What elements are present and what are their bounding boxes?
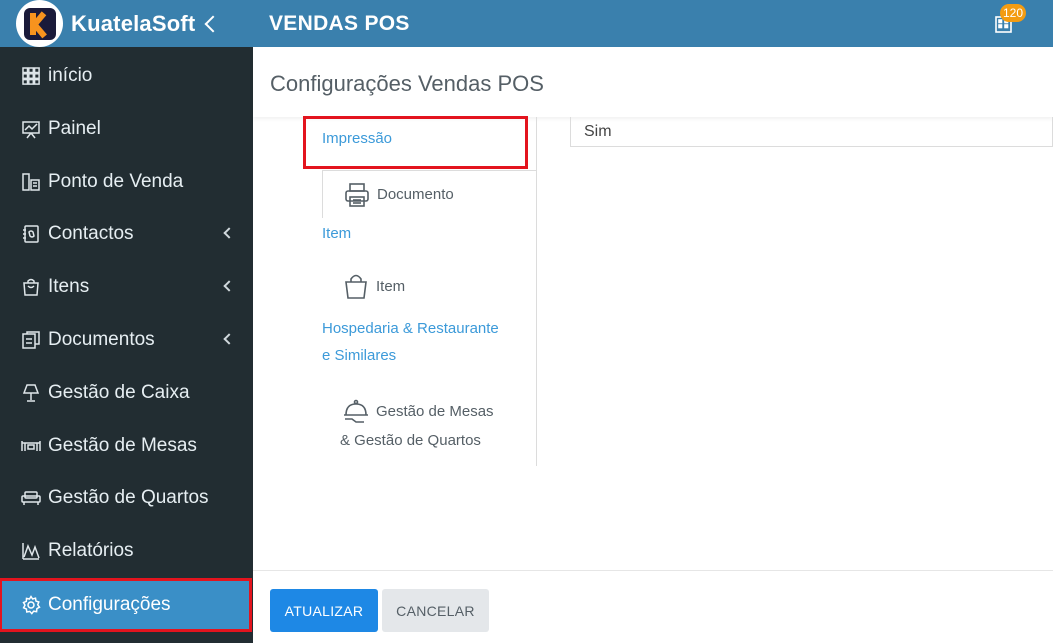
chevron-left-icon <box>223 280 235 292</box>
topbar: VENDAS POS 120 <box>253 0 1053 47</box>
sidebar-item-label: Gestão de Mesas <box>48 435 197 456</box>
brand[interactable]: KuatelaSoft <box>0 0 253 47</box>
tab-item[interactable]: Item <box>342 272 405 300</box>
update-button[interactable]: ATUALIZAR <box>270 589 378 632</box>
tab-gestao-mesas-line2[interactable]: & Gestão de Quartos <box>340 432 481 449</box>
sidebar-item-label: Contactos <box>48 223 134 244</box>
sidebar-item-documentos[interactable]: Documentos <box>0 314 253 366</box>
gear-icon <box>20 594 42 616</box>
sidebar-item-painel[interactable]: Painel <box>0 103 253 155</box>
shopping-bag-icon <box>20 276 42 298</box>
sidebar-item-relatorios[interactable]: Relatórios <box>0 525 253 577</box>
sidebar-item-label: Ponto de Venda <box>48 171 184 192</box>
tab-label: Documento <box>377 186 454 203</box>
tab-section-item[interactable]: Item <box>322 225 351 242</box>
pos-terminal-icon <box>20 171 42 193</box>
highlight-annotation <box>303 116 528 169</box>
tab-documento[interactable]: Documento <box>322 170 537 218</box>
reports-chart-icon <box>20 540 42 562</box>
sidebar-item-label: Gestão de Quartos <box>48 487 209 508</box>
tab-section-hospedaria-line2[interactable]: e Similares <box>322 347 396 364</box>
sidebar-item-gestao-de-caixa[interactable]: Gestão de Caixa <box>0 367 253 419</box>
sidebar-item-gestao-de-mesas[interactable]: Gestão de Mesas <box>0 420 253 472</box>
sidebar-item-label: Configurações <box>48 594 171 615</box>
tab-section-hospedaria[interactable]: Hospedaria & Restaurante <box>322 320 499 337</box>
documents-icon <box>20 329 42 351</box>
sidebar-item-label: início <box>48 65 93 86</box>
shopping-bag-icon <box>342 272 370 300</box>
sofa-icon <box>20 487 42 509</box>
tab-divider <box>536 218 537 466</box>
presentation-chart-icon <box>20 118 42 140</box>
table-icon <box>20 435 42 457</box>
chevron-left-icon <box>223 227 235 239</box>
cancel-button[interactable]: CANCELAR <box>382 589 489 632</box>
sidebar-item-label: Relatórios <box>48 540 134 561</box>
collapse-sidebar-icon[interactable] <box>204 15 222 32</box>
brand-logo <box>16 0 63 47</box>
sidebar-item-label: Painel <box>48 118 101 139</box>
sidebar-item-inicio[interactable]: início <box>0 50 253 102</box>
page-title: Configurações Vendas POS <box>270 71 544 96</box>
sidebar-item-label: Itens <box>48 276 90 297</box>
main-content: Configurações Vendas POS Impressão Docum… <box>253 47 1053 643</box>
printer-icon <box>343 181 371 209</box>
setting-value-field[interactable]: Sim <box>570 117 1053 147</box>
grid-icon <box>20 65 42 87</box>
setting-value: Sim <box>584 122 612 140</box>
sidebar-item-label: Gestão de Caixa <box>48 382 190 403</box>
brand-name: KuatelaSoft <box>71 10 196 36</box>
chevron-left-icon <box>223 333 235 345</box>
sidebar-item-contactos[interactable]: Contactos <box>0 208 253 260</box>
sidebar-item-configuracoes[interactable]: Configurações <box>0 578 252 632</box>
sidebar-item-gestao-de-quartos[interactable]: Gestão de Quartos <box>0 472 253 524</box>
tab-divider <box>536 117 537 171</box>
sidebar-item-label: Documentos <box>48 329 155 350</box>
page-header: Configurações Vendas POS <box>253 47 1053 117</box>
k-logo-icon <box>23 7 56 40</box>
form-footer: ATUALIZAR CANCELAR <box>253 570 1053 643</box>
sidebar-item-ponto-de-venda[interactable]: Ponto de Venda <box>0 156 253 208</box>
page-module-title: VENDAS POS <box>269 11 410 35</box>
notification-badge: 120 <box>1000 4 1027 22</box>
tab-label: Item <box>376 277 406 295</box>
sidebar: KuatelaSoft início Painel Ponto de Venda <box>0 0 253 643</box>
tab-gestao-mesas[interactable]: Gestão de Mesas <box>342 397 494 425</box>
cloche-icon <box>342 397 370 425</box>
address-book-icon <box>20 223 42 245</box>
lamp-icon <box>20 382 42 404</box>
tab-label: Gestão de Mesas <box>376 402 494 420</box>
sidebar-item-itens[interactable]: Itens <box>0 261 253 313</box>
